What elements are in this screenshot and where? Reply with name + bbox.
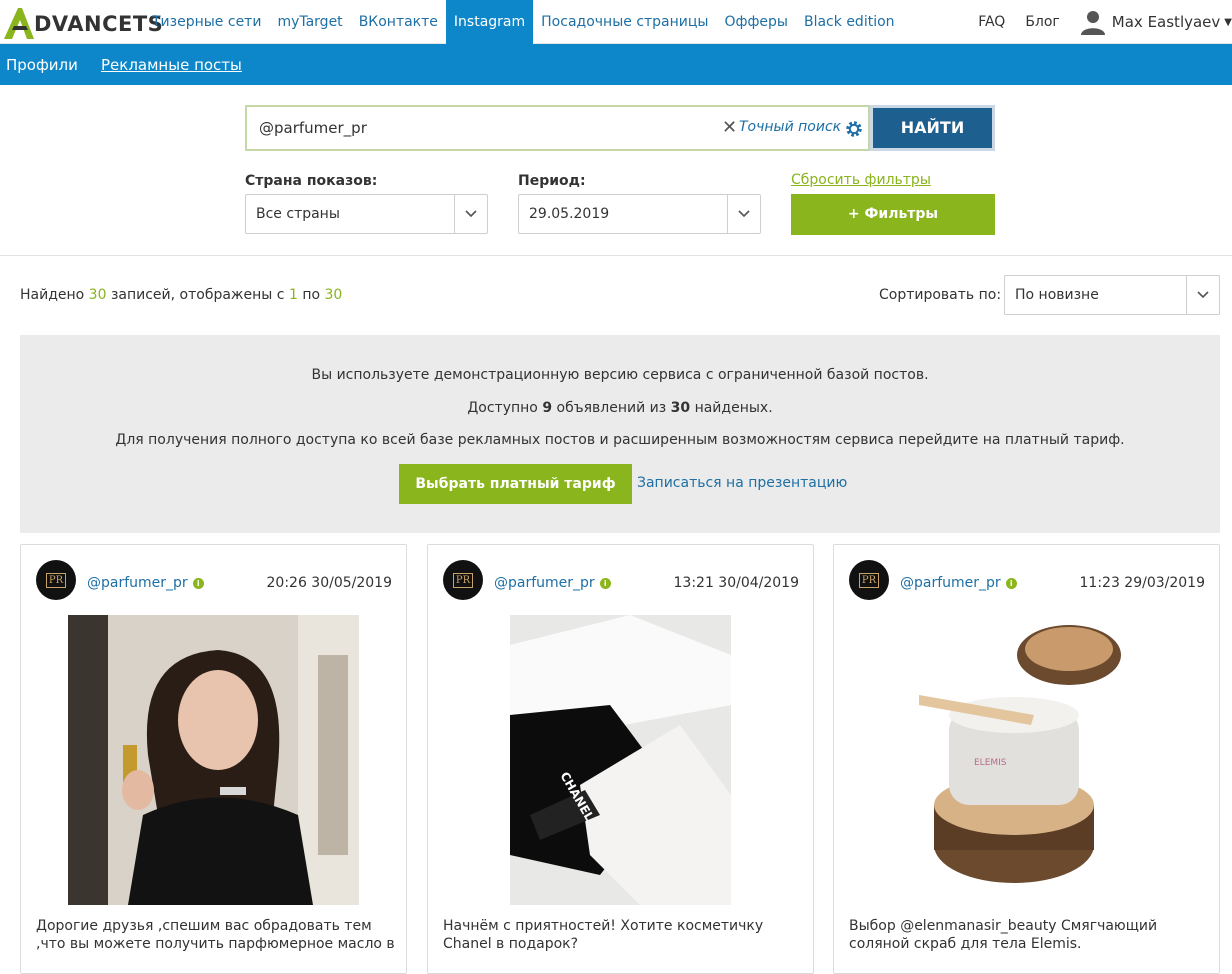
demo-line-1: Вы используете демонстрационную версию с… (311, 367, 929, 383)
post-caption: Выбор @elenmanasir_beauty Смягчающий сол… (849, 918, 1158, 952)
demo-line-3: Для получения полного доступа ко всей ба… (115, 432, 1125, 448)
post-handle[interactable]: @parfumer_pr i (494, 575, 611, 591)
nav-instagram[interactable]: Instagram (445, 0, 534, 44)
post-card[interactable]: PR @parfumer_pr i 11:23 29/03/2019 ELEMIS… (833, 544, 1220, 974)
search-input[interactable] (249, 109, 719, 147)
period-label: Период: (518, 173, 586, 189)
sort-value: По новизне (1015, 287, 1099, 303)
nav-landing-pages[interactable]: Посадочные страницы (533, 0, 716, 44)
post-card[interactable]: PR @parfumer_pr i 20:26 30/05/2019 Дороги… (20, 544, 407, 974)
avatar[interactable]: PR (443, 560, 483, 600)
post-image[interactable]: ELEMIS (919, 615, 1137, 905)
presentation-link[interactable]: Записаться на презентацию (637, 475, 847, 491)
verified-icon: i (192, 577, 204, 589)
search-box: ✕ Точный поиск (245, 105, 870, 151)
sort-label: Сортировать по: (879, 287, 1002, 303)
post-image[interactable] (68, 615, 359, 905)
country-label: Страна показов: (245, 173, 378, 189)
country-select[interactable]: Все страны (245, 194, 488, 234)
tab-ad-posts[interactable]: Рекламные посты (101, 44, 242, 85)
chevron-down-icon (454, 195, 487, 233)
logo-icon (4, 8, 34, 39)
user-menu[interactable]: Max Eastlyaev ▼ (1080, 9, 1232, 35)
post-card[interactable]: PR @parfumer_pr i 13:21 30/04/2019 CHANEL… (427, 544, 814, 974)
nav-black-edition[interactable]: Black edition (796, 0, 903, 44)
photo-brand-text: ELEMIS (974, 758, 1007, 768)
verified-icon: i (1005, 577, 1017, 589)
blog-link[interactable]: Блог (1025, 14, 1059, 30)
demo-line-2: Доступно 9 объявлений из 30 найденых. (467, 400, 773, 416)
post-date: 20:26 30/05/2019 (266, 575, 393, 591)
post-date: 13:21 30/04/2019 (673, 575, 800, 591)
nav-vkontakte[interactable]: ВКонтакте (351, 0, 446, 44)
avatar[interactable]: PR (849, 560, 889, 600)
period-select[interactable]: 29.05.2019 (518, 194, 761, 234)
gear-icon[interactable] (845, 120, 863, 138)
results-prefix: Найдено (20, 287, 85, 303)
exact-search-toggle[interactable]: Точный поиск (739, 119, 841, 135)
divider (0, 255, 1232, 256)
country-value: Все страны (256, 206, 340, 222)
user-icon (1080, 11, 1105, 35)
main-nav: Тизерные сети myTarget ВКонтакте Instagr… (144, 0, 903, 44)
find-button[interactable]: НАЙТИ (870, 105, 995, 151)
tab-profiles[interactable]: Профили (6, 44, 78, 85)
post-handle[interactable]: @parfumer_pr i (87, 575, 204, 591)
results-total: 30 (88, 287, 107, 303)
chevron-down-icon: ▼ (1224, 16, 1232, 28)
sub-navigation: Профили Рекламные посты (0, 44, 1232, 85)
post-handle[interactable]: @parfumer_pr i (900, 575, 1017, 591)
results-from: 1 (288, 287, 298, 303)
post-date: 11:23 29/03/2019 (1079, 575, 1206, 591)
nav-offers[interactable]: Офферы (716, 0, 796, 44)
more-filters-button[interactable]: + Фильтры (791, 194, 995, 235)
demo-notice: Вы используете демонстрационную версию с… (20, 335, 1220, 533)
close-icon[interactable]: ✕ (722, 117, 737, 138)
results-to-word: по (302, 287, 321, 303)
chevron-down-icon (727, 195, 760, 233)
results-count: Найдено 30 записей, отображены с 1 по 30 (20, 287, 342, 303)
logo[interactable]: DVANCETS (2, 6, 163, 40)
results-to: 30 (324, 287, 343, 303)
verified-icon: i (599, 577, 611, 589)
sort-select[interactable]: По новизне (1004, 275, 1220, 315)
nav-right: FAQ Блог Max Eastlyaev ▼ (978, 0, 1232, 44)
avatar[interactable]: PR (36, 560, 76, 600)
nav-mytarget[interactable]: myTarget (269, 0, 350, 44)
nav-teaser-networks[interactable]: Тизерные сети (144, 0, 269, 44)
reset-filters-link[interactable]: Сбросить фильтры (791, 172, 931, 188)
user-name: Max Eastlyaev (1111, 13, 1221, 31)
choose-paid-plan-button[interactable]: Выбрать платный тариф (399, 464, 632, 504)
top-navigation: DVANCETS Тизерные сети myTarget ВКонтакт… (0, 0, 1232, 44)
chevron-down-icon (1186, 276, 1219, 314)
faq-link[interactable]: FAQ (978, 14, 1005, 30)
post-caption: Начнём с приятностей! Хотите косметичку … (443, 918, 764, 952)
results-middle: записей, отображены с (110, 287, 285, 303)
post-caption: Дорогие друзья ,спешим вас обрадовать те… (36, 918, 395, 952)
period-value: 29.05.2019 (529, 206, 610, 222)
post-image[interactable]: CHANEL (510, 615, 731, 905)
